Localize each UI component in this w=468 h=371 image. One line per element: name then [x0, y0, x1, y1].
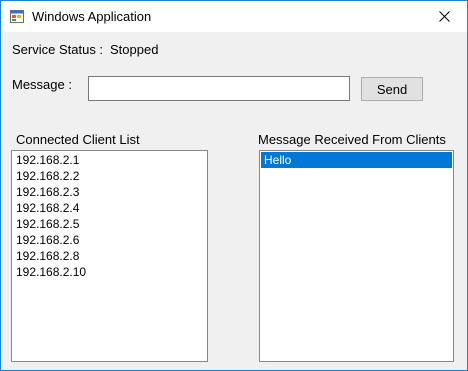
- client-list-item[interactable]: 192.168.2.5: [13, 216, 206, 232]
- client-list-item[interactable]: 192.168.2.10: [13, 264, 206, 280]
- app-window-icon: [10, 10, 24, 23]
- client-list-item[interactable]: 192.168.2.1: [13, 152, 206, 168]
- client-list-item[interactable]: 192.168.2.6: [13, 232, 206, 248]
- client-list-item[interactable]: 192.168.2.2: [13, 168, 206, 184]
- window-title: Windows Application: [32, 9, 152, 24]
- received-message-item[interactable]: Hello: [261, 152, 452, 168]
- client-list-item[interactable]: 192.168.2.3: [13, 184, 206, 200]
- send-button[interactable]: Send: [361, 77, 423, 101]
- client-list-item[interactable]: 192.168.2.4: [13, 200, 206, 216]
- connected-client-listbox[interactable]: 192.168.2.1 192.168.2.2 192.168.2.3 192.…: [11, 150, 208, 362]
- service-status-label: Service Status :: [12, 42, 104, 57]
- close-button[interactable]: [421, 1, 467, 32]
- connected-client-list-label: Connected Client List: [16, 132, 140, 147]
- message-label: Message :: [12, 77, 72, 92]
- service-status-value: Stopped: [110, 42, 159, 57]
- message-input[interactable]: [88, 76, 350, 101]
- messages-received-listbox[interactable]: Hello: [259, 150, 454, 362]
- title-bar[interactable]: Windows Application: [1, 1, 467, 32]
- messages-received-label: Message Received From Clients: [258, 132, 446, 147]
- close-icon: [438, 11, 450, 22]
- client-list-item[interactable]: 192.168.2.8: [13, 248, 206, 264]
- app-window: Windows Application Service Status : Sto…: [0, 0, 468, 371]
